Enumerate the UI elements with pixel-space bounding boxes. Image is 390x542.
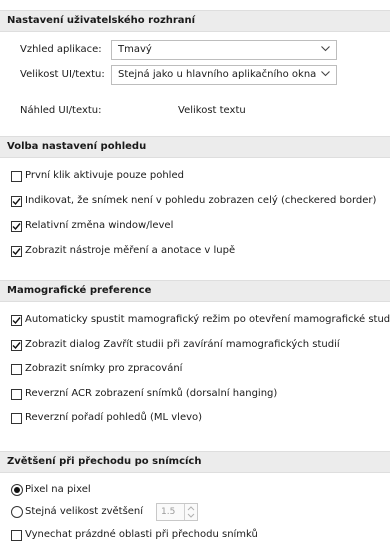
- preview-text: Velikost textu: [178, 105, 246, 116]
- checkbox-label: Zobrazit dialog Zavřít studii při zavírá…: [25, 339, 340, 350]
- checkmark-icon: [12, 198, 21, 206]
- checkbox-label: Zobrazit snímky pro zpracování: [25, 363, 183, 374]
- ui-settings-header: Nastavení uživatelského rozhraní: [0, 10, 390, 32]
- checkmark-icon: [12, 248, 21, 256]
- chevron-down-icon: [321, 46, 330, 52]
- app-look-value: Tmavý: [118, 44, 152, 55]
- checkbox[interactable]: [11, 315, 22, 326]
- stepper-arrows[interactable]: [184, 504, 197, 520]
- zoom-stepper[interactable]: 1.5: [156, 503, 198, 521]
- mammo-header: Mamografické preference: [0, 280, 390, 302]
- checkbox-label: Reverzní ACR zobrazení snímků (dorsalní …: [25, 388, 278, 399]
- checkbox[interactable]: [11, 171, 22, 182]
- skip-empty-label: Vynechat prázdné oblasti při přechodu sn…: [25, 529, 258, 540]
- checkbox[interactable]: [11, 221, 22, 232]
- checkbox-label: První klik aktivuje pouze pohled: [25, 170, 184, 181]
- checkbox-label: Indikovat, že snímek není v pohledu zobr…: [25, 195, 377, 206]
- ui-size-label: Velikost UI/textu:: [20, 69, 105, 80]
- ui-size-select[interactable]: Stejná jako u hlavního aplikačního okna: [111, 65, 337, 85]
- radio-selected-dot: [14, 487, 20, 493]
- view-settings-header: Volba nastavení pohledu: [0, 136, 390, 158]
- checkbox[interactable]: [11, 364, 22, 375]
- zoom-header: Zvětšení při přechodu po snímcích: [0, 451, 390, 473]
- radio-same-zoom-label: Stejná velikost zvětšení: [25, 506, 144, 517]
- checkmark-icon: [12, 317, 21, 325]
- checkmark-icon: [12, 342, 21, 350]
- checkbox[interactable]: [11, 340, 22, 351]
- checkbox[interactable]: [11, 196, 22, 207]
- ui-size-value: Stejná jako u hlavního aplikačního okna: [118, 69, 317, 80]
- checkbox[interactable]: [11, 389, 22, 400]
- checkbox[interactable]: [11, 413, 22, 424]
- preview-label: Náhled UI/textu:: [20, 105, 102, 116]
- chevron-down-icon: [321, 71, 330, 77]
- checkbox-label: Zobrazit nástroje měření a anotace v lup…: [25, 245, 236, 256]
- checkmark-icon: [12, 223, 21, 231]
- skip-empty-checkbox[interactable]: [11, 530, 22, 541]
- app-look-select[interactable]: Tmavý: [111, 40, 337, 60]
- radio-pixel-label: Pixel na pixel: [25, 484, 91, 495]
- zoom-stepper-value: 1.5: [161, 507, 176, 517]
- checkbox-label: Relativní změna window/level: [25, 220, 174, 231]
- checkbox-label: Reverzní pořadí pohledů (ML vlevo): [25, 412, 203, 423]
- radio-same-zoom[interactable]: [11, 506, 23, 518]
- checkbox-label: Automaticky spustit mamografický režim p…: [25, 314, 390, 325]
- stepper-arrows-icon: [187, 506, 195, 518]
- app-look-label: Vzhled aplikace:: [20, 44, 102, 55]
- radio-pixel[interactable]: [11, 484, 23, 496]
- checkbox[interactable]: [11, 246, 22, 257]
